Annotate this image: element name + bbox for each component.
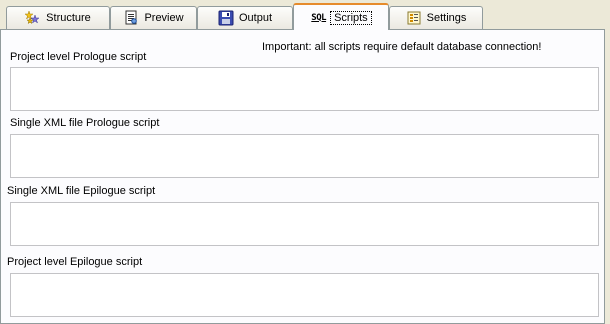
tab-scripts[interactable]: SQL Scripts — [293, 3, 389, 30]
settings-sheet-icon — [406, 10, 422, 26]
project-epilogue-label: Project level Epilogue script — [7, 256, 143, 268]
tab-output[interactable]: Output — [197, 6, 293, 29]
floppy-disk-icon — [218, 10, 234, 26]
tab-structure[interactable]: Structure — [6, 6, 110, 29]
tab-label: Structure — [46, 12, 91, 24]
tab-preview[interactable]: Preview — [110, 6, 197, 29]
project-prologue-label: Project level Prologue script — [10, 51, 147, 63]
preview-document-icon — [123, 10, 139, 26]
project-epilogue-script-field[interactable] — [10, 273, 599, 317]
scripts-panel: Important: all scripts require default d… — [0, 29, 605, 324]
tab-label: Preview — [144, 12, 184, 24]
project-prologue-script-field[interactable] — [10, 67, 599, 111]
structure-icon — [25, 10, 41, 26]
tab-label: Output — [238, 12, 273, 24]
tab-label: Scripts — [330, 10, 372, 25]
sql-icon: SQL — [311, 12, 327, 23]
file-epilogue-label: Single XML file Epilogue script — [7, 185, 156, 197]
tab-label: Settings — [426, 12, 467, 24]
database-connection-notice: Important: all scripts require default d… — [262, 41, 542, 53]
file-prologue-script-field[interactable] — [10, 134, 599, 178]
tab-settings[interactable]: Settings — [389, 6, 483, 29]
file-epilogue-script-field[interactable] — [10, 202, 599, 246]
tab-strip: Structure Preview Output SQL Scripts Set… — [0, 0, 610, 30]
file-prologue-label: Single XML file Prologue script — [10, 117, 160, 129]
